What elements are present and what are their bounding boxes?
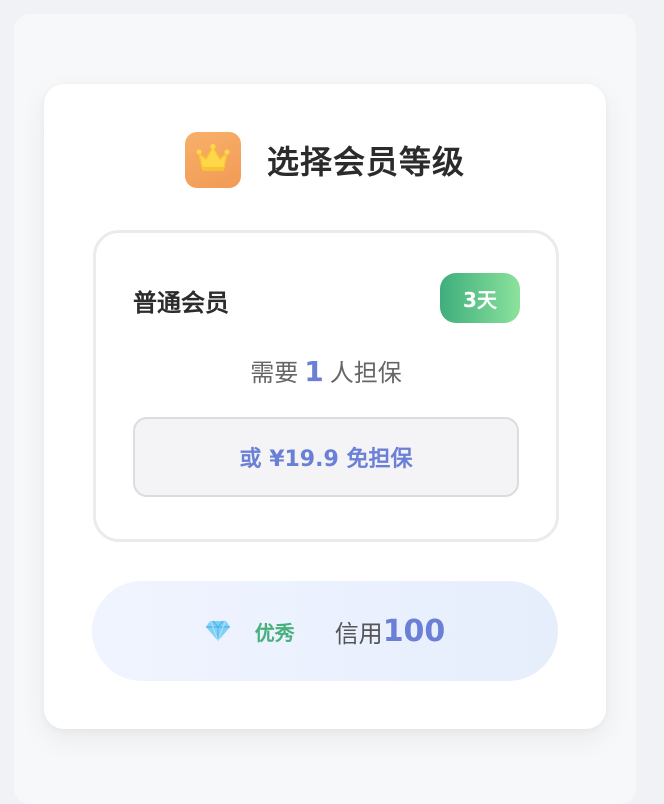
crown-icon [196,143,230,177]
guarantee-count: 1 [304,355,324,388]
dialog-header: 选择会员等级 [44,131,606,189]
credit-score-pill: 优秀 信用 100 [92,581,558,681]
tier-option-card[interactable]: 普通会员 3天 需要 1 人担保 或 ¥19.9 免担保 [93,230,559,542]
pay-to-skip-guarantee-button[interactable]: 或 ¥19.9 免担保 [133,417,519,497]
tier-name: 普通会员 [133,289,229,317]
credit-level: 优秀 [254,620,295,645]
diamond-icon [205,620,231,642]
credit-value: 100 [382,613,446,649]
guarantee-requirement: 需要 1 人担保 [96,353,556,388]
dialog-title: 选择会员等级 [266,143,465,181]
credit-label: 信用 [334,619,383,648]
membership-level-dialog: 选择会员等级 普通会员 3天 需要 1 人担保 或 ¥19.9 免担保 优秀 信用 1… [44,84,606,729]
days-badge: 3天 [440,273,520,323]
guarantee-suffix: 人担保 [329,359,402,387]
guarantee-prefix: 需要 [250,359,299,387]
crown-badge [184,132,241,188]
